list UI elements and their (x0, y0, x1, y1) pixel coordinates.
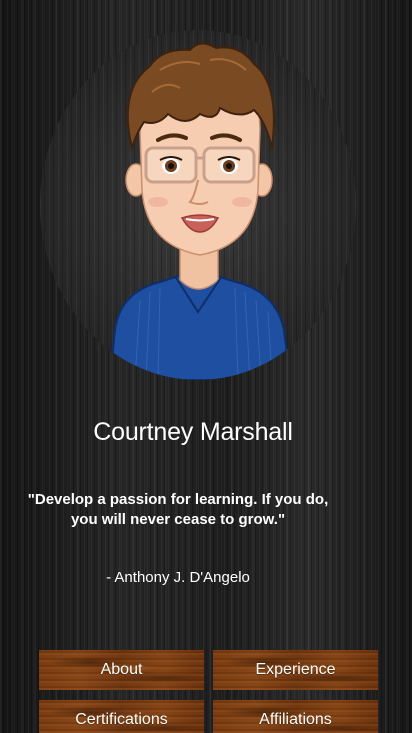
affiliations-button[interactable]: Affiliations (213, 700, 378, 733)
quote-author: - Anthony J. D'Angelo (106, 569, 250, 586)
profile-avatar (40, 30, 356, 380)
profile-name: Courtney Marshall (93, 418, 293, 446)
experience-button[interactable]: Experience (213, 650, 378, 690)
about-button[interactable]: About (39, 650, 204, 690)
certifications-button[interactable]: Certifications (39, 700, 204, 733)
cartoon-avatar-icon (108, 42, 292, 380)
avatar-circle (40, 30, 356, 380)
quote-text: "Develop a passion for learning. If you … (27, 491, 329, 528)
